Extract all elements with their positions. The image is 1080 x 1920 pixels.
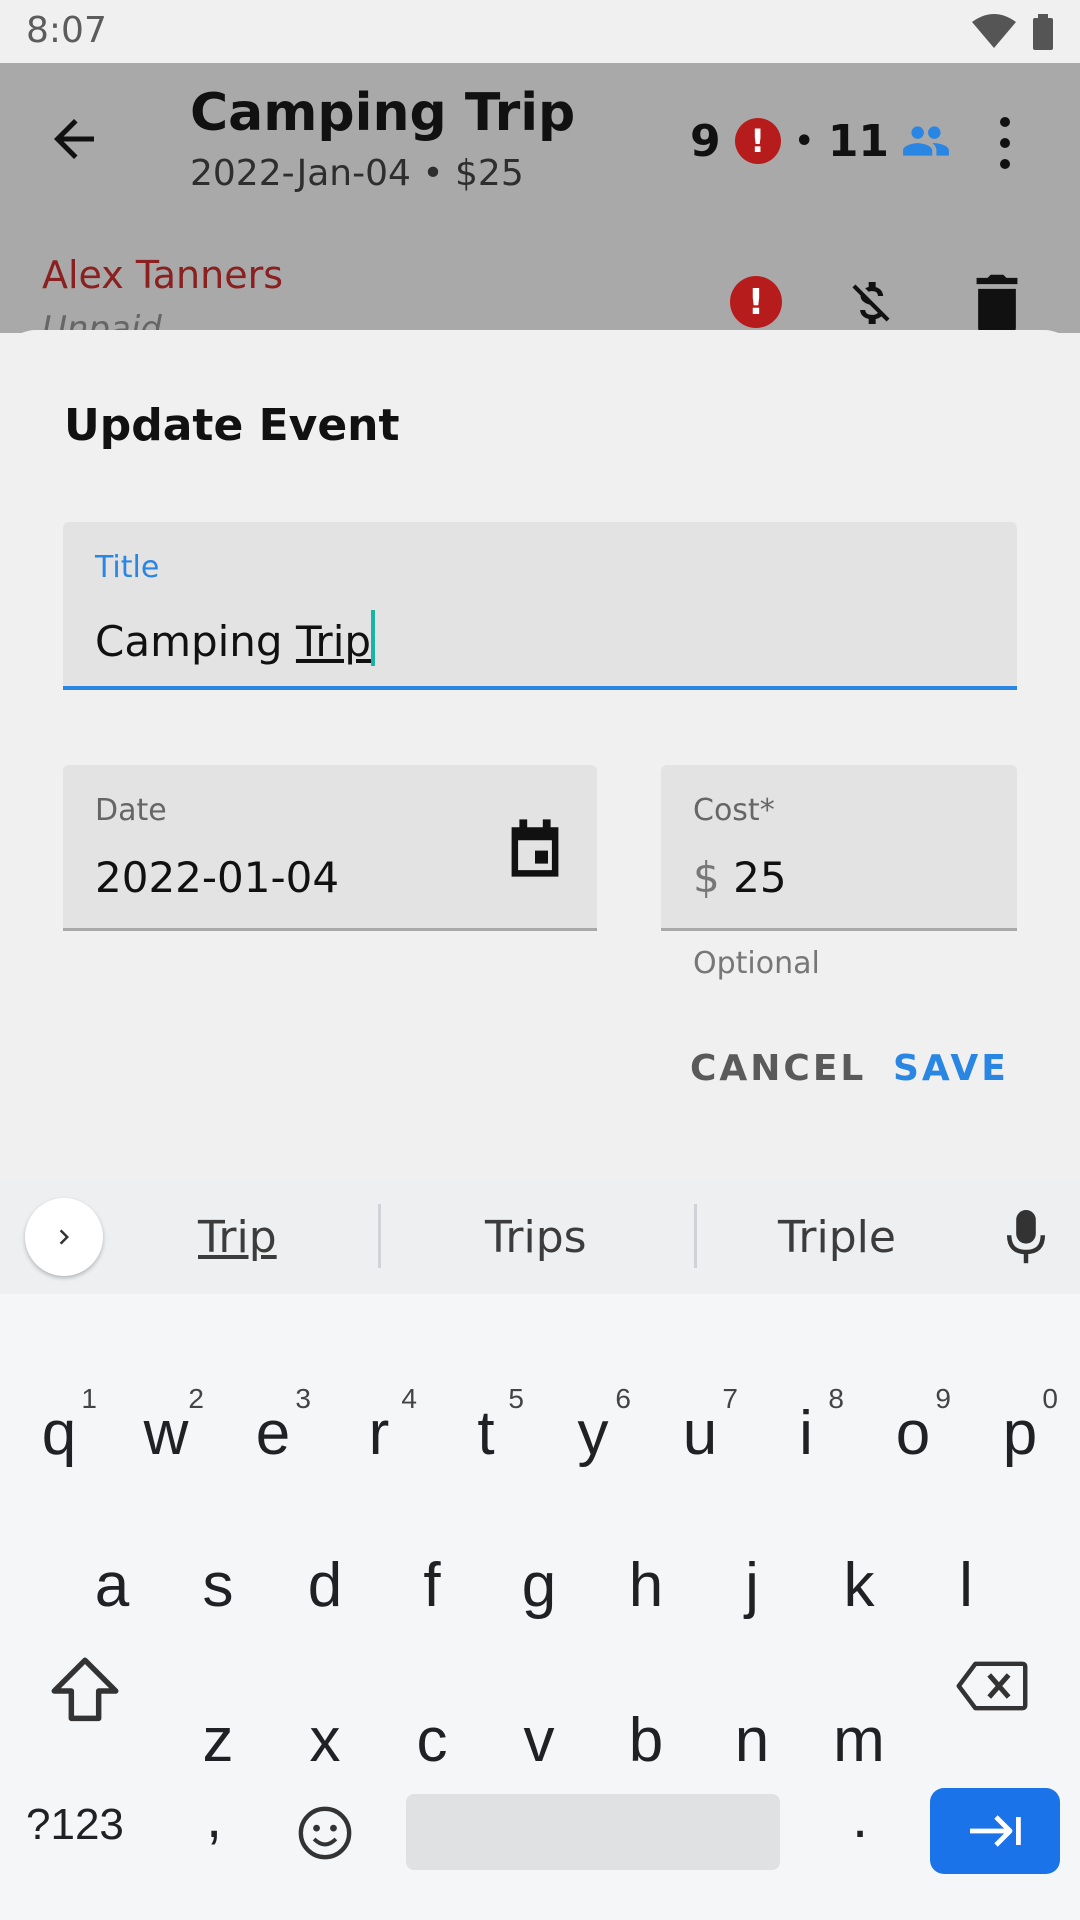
status-time: 8:07 <box>26 10 107 51</box>
stat-separator: • <box>794 123 814 159</box>
key-y[interactable]: y6 <box>541 1373 645 1493</box>
key-t[interactable]: t5 <box>434 1373 538 1493</box>
key-q[interactable]: q1 <box>7 1373 111 1493</box>
cost-field[interactable]: Cost* $ 25 <box>661 765 1017 931</box>
key-n[interactable]: n <box>700 1680 804 1800</box>
key-c[interactable]: c <box>380 1680 484 1800</box>
status-icons <box>970 14 1054 50</box>
key-l[interactable]: l <box>914 1525 1018 1645</box>
member-count: 11 <box>827 115 890 167</box>
suggestion-bar: Trip Trips Triple <box>0 1180 1080 1294</box>
currency-prefix: $ <box>693 853 720 902</box>
suggestion-divider <box>694 1204 697 1268</box>
trash-icon[interactable] <box>975 273 1019 333</box>
key-d[interactable]: d <box>273 1525 377 1645</box>
money-off-icon[interactable] <box>843 273 899 333</box>
suggestion-divider <box>378 1204 381 1268</box>
calendar-icon[interactable] <box>509 819 561 877</box>
tab-next-icon[interactable] <box>930 1788 1060 1874</box>
cost-field-value[interactable]: $ 25 <box>693 853 787 902</box>
title-value-composing: Trip <box>295 617 372 666</box>
cost-amount: 25 <box>733 853 787 902</box>
save-button[interactable]: SAVE <box>893 1048 1009 1089</box>
title-value-text: Camping <box>95 617 296 666</box>
symbols-key[interactable]: ?123 <box>26 1800 124 1850</box>
key-j[interactable]: j <box>700 1525 804 1645</box>
dialog-title: Update Event <box>64 400 400 451</box>
more-vert-icon[interactable] <box>985 111 1025 175</box>
cost-helper-text: Optional <box>693 946 820 981</box>
mic-icon[interactable] <box>1006 1210 1046 1266</box>
key-x[interactable]: x <box>273 1680 377 1800</box>
key-v[interactable]: v <box>487 1680 591 1800</box>
member-name[interactable]: Alex Tanners <box>42 253 283 297</box>
key-r[interactable]: r4 <box>327 1373 431 1493</box>
event-stats[interactable]: 9 ! • 11 <box>690 111 951 171</box>
title-field-value[interactable]: Camping Trip <box>95 610 376 666</box>
emoji-icon[interactable] <box>296 1804 354 1862</box>
app-bar: Camping Trip 2022-Jan-04 • $25 9 ! • 11 … <box>0 63 1080 349</box>
title-field-label: Title <box>95 550 160 585</box>
wifi-icon <box>972 14 1016 48</box>
key-g[interactable]: g <box>487 1525 591 1645</box>
event-title: Camping Trip <box>190 83 576 143</box>
people-icon <box>903 126 949 156</box>
key-i[interactable]: i8 <box>754 1373 858 1493</box>
cost-field-label: Cost* <box>693 793 775 828</box>
battery-icon <box>1033 14 1053 50</box>
status-bar: 8:07 <box>0 0 1080 63</box>
date-field[interactable]: Date 2022-01-04 <box>63 765 597 931</box>
space-key[interactable] <box>406 1794 780 1870</box>
key-f[interactable]: f <box>380 1525 484 1645</box>
key-comma[interactable]: , <box>206 1784 222 1851</box>
alert-circle-icon: ! <box>734 118 781 164</box>
suggestion-item[interactable]: Trips <box>485 1212 587 1263</box>
key-u[interactable]: u7 <box>648 1373 752 1493</box>
update-event-dialog: Update Event Title Camping Trip Date 202… <box>0 330 1080 1180</box>
key-m[interactable]: m <box>807 1680 911 1800</box>
key-o[interactable]: o9 <box>861 1373 965 1493</box>
event-subtitle: 2022-Jan-04 • $25 <box>190 153 524 194</box>
title-field[interactable]: Title Camping Trip <box>63 522 1017 690</box>
key-period[interactable]: . <box>852 1784 868 1851</box>
key-p[interactable]: p0 <box>968 1373 1072 1493</box>
key-w[interactable]: w2 <box>114 1373 218 1493</box>
alert-circle-icon[interactable]: ! <box>730 276 782 328</box>
date-field-label: Date <box>95 793 167 828</box>
suggestion-item[interactable]: Trip <box>198 1212 277 1263</box>
date-field-value[interactable]: 2022-01-04 <box>95 853 339 902</box>
key-z[interactable]: z <box>166 1680 270 1800</box>
key-k[interactable]: k <box>807 1525 911 1645</box>
key-b[interactable]: b <box>594 1680 698 1800</box>
key-s[interactable]: s <box>166 1525 270 1645</box>
shift-icon[interactable] <box>44 1650 126 1732</box>
backspace-icon[interactable] <box>956 1656 1028 1716</box>
suggestion-item[interactable]: Triple <box>778 1212 896 1263</box>
key-a[interactable]: a <box>60 1525 164 1645</box>
text-caret <box>371 610 376 666</box>
cancel-button[interactable]: CANCEL <box>690 1048 866 1089</box>
arrow-left-icon[interactable] <box>44 109 104 169</box>
key-h[interactable]: h <box>594 1525 698 1645</box>
soft-keyboard: Trip Trips Triple q1 w2 e3 r4 t5 y6 u7 i… <box>0 1180 1080 1920</box>
key-e[interactable]: e3 <box>221 1373 325 1493</box>
chevron-right-icon[interactable] <box>25 1198 103 1276</box>
unpaid-count: 9 <box>690 115 721 167</box>
